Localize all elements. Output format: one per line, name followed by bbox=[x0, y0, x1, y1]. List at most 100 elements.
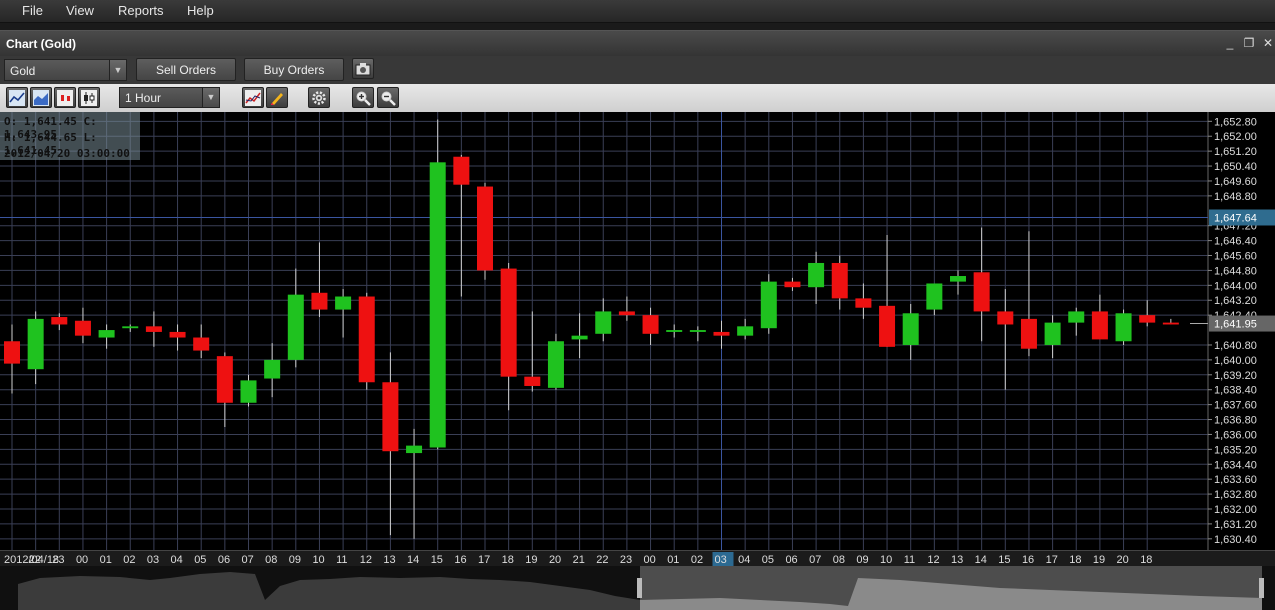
y-tick-label: 1,636.00 bbox=[1214, 429, 1257, 441]
x-tick-label: 16 bbox=[454, 554, 466, 566]
candle-up[interactable] bbox=[760, 281, 777, 329]
x-tick-label: 22 bbox=[596, 554, 608, 566]
candle-down[interactable] bbox=[453, 156, 470, 185]
candle-up[interactable] bbox=[808, 262, 825, 288]
candle-up[interactable] bbox=[926, 283, 943, 310]
menu-view[interactable]: View bbox=[66, 3, 94, 18]
x-tick-label: 23 bbox=[620, 554, 632, 566]
y-tick-label: 1,632.80 bbox=[1214, 489, 1257, 501]
sell-orders-button[interactable]: Sell Orders bbox=[136, 58, 236, 81]
candle-down[interactable] bbox=[51, 317, 68, 325]
candle-down[interactable] bbox=[973, 272, 990, 312]
candle-up[interactable] bbox=[27, 318, 44, 370]
candle-down[interactable] bbox=[524, 376, 541, 386]
x-tick-label: 07 bbox=[242, 554, 254, 566]
candle-down[interactable] bbox=[879, 305, 896, 347]
candle-up[interactable] bbox=[264, 359, 281, 379]
candle-up[interactable] bbox=[98, 330, 115, 338]
y-tick-label: 1,644.80 bbox=[1214, 265, 1257, 277]
bar-chart-icon[interactable] bbox=[54, 87, 76, 108]
indicators-icon[interactable] bbox=[242, 87, 264, 108]
candle-up[interactable] bbox=[287, 294, 304, 360]
y-tick-label: 1,640.00 bbox=[1214, 355, 1257, 367]
candle-down[interactable] bbox=[216, 356, 233, 403]
camera-icon[interactable] bbox=[352, 58, 374, 79]
candle-down[interactable] bbox=[618, 311, 635, 316]
candle-up[interactable] bbox=[122, 326, 139, 329]
candle-down[interactable] bbox=[831, 262, 848, 299]
candle-up[interactable] bbox=[571, 335, 588, 340]
candle-down[interactable] bbox=[4, 341, 20, 364]
zoom-out-icon[interactable] bbox=[377, 87, 399, 108]
y-tick-label: 1,638.40 bbox=[1214, 385, 1257, 397]
candle-up[interactable] bbox=[689, 330, 706, 332]
x-tick-label: 21 bbox=[573, 554, 585, 566]
candlestick-chart[interactable]: 1,652.80 1,652.00 1,651.20 1,650.40 1,649.60… bbox=[0, 112, 1275, 550]
navigator-right-handle[interactable] bbox=[1259, 578, 1264, 598]
candle-down[interactable] bbox=[477, 186, 493, 271]
y-tick-label: 1,648.80 bbox=[1214, 191, 1257, 203]
x-tick-label: 01 bbox=[667, 554, 679, 566]
candle-down[interactable] bbox=[145, 326, 162, 332]
symbol-select[interactable]: Gold ▼ bbox=[4, 59, 127, 81]
menu-reports[interactable]: Reports bbox=[118, 3, 164, 18]
candle-down[interactable] bbox=[193, 337, 210, 351]
candle-down[interactable] bbox=[713, 331, 730, 336]
restore-button[interactable]: ❐ bbox=[1242, 36, 1256, 50]
candle-up[interactable] bbox=[1115, 313, 1132, 342]
candlestick-chart-icon[interactable] bbox=[78, 87, 100, 108]
navigator-overview[interactable] bbox=[0, 566, 1275, 610]
candle-down[interactable] bbox=[500, 268, 517, 377]
x-axis-bar: 2012/04/1822 23 00 01 02 03 04 05 06 07 08 09 10 11 12… bbox=[0, 550, 1275, 567]
candle-down[interactable] bbox=[1139, 315, 1156, 323]
y-tick-label: 1,637.60 bbox=[1214, 400, 1257, 412]
candle-up[interactable] bbox=[406, 445, 423, 454]
candle-down[interactable] bbox=[74, 320, 91, 336]
x-tick-label: 12 bbox=[927, 554, 939, 566]
line-chart-icon[interactable] bbox=[6, 87, 28, 108]
x-tick-label: 18 bbox=[1140, 554, 1152, 566]
candle-up[interactable] bbox=[335, 296, 352, 310]
candle-up[interactable] bbox=[429, 162, 446, 448]
minimize-button[interactable]: _ bbox=[1223, 36, 1237, 50]
settings-gear-icon[interactable] bbox=[308, 87, 330, 108]
x-tick-label: 16 bbox=[1022, 554, 1034, 566]
candle-up[interactable] bbox=[1068, 311, 1085, 323]
navigator-left-handle[interactable] bbox=[637, 578, 642, 598]
x-tick-label: 09 bbox=[289, 554, 301, 566]
candle-up[interactable] bbox=[950, 276, 966, 282]
x-tick-label: 12 bbox=[360, 554, 372, 566]
candle-down[interactable] bbox=[642, 315, 659, 334]
zoom-in-icon[interactable] bbox=[352, 87, 374, 108]
candle-down[interactable] bbox=[1162, 322, 1179, 325]
candle-down[interactable] bbox=[855, 298, 872, 308]
candle-up[interactable] bbox=[902, 313, 919, 345]
y-tick-label: 1,644.00 bbox=[1214, 280, 1257, 292]
menu-help[interactable]: Help bbox=[187, 3, 214, 18]
area-chart-icon[interactable] bbox=[30, 87, 52, 108]
menu-file[interactable]: File bbox=[22, 3, 43, 18]
candle-up[interactable] bbox=[240, 380, 257, 403]
candle-down[interactable] bbox=[1091, 311, 1108, 340]
candle-down[interactable] bbox=[169, 331, 186, 338]
draw-pencil-icon[interactable] bbox=[266, 87, 288, 108]
timeframe-select[interactable]: 1 Hour ▼ bbox=[119, 87, 220, 108]
buy-orders-button[interactable]: Buy Orders bbox=[244, 58, 344, 81]
candle-up[interactable] bbox=[547, 341, 564, 388]
x-tick-label: 11 bbox=[336, 554, 347, 566]
candle-down[interactable] bbox=[784, 281, 801, 288]
candle-up[interactable] bbox=[595, 311, 612, 334]
x-tick-label: 07 bbox=[809, 554, 821, 566]
candle-down[interactable] bbox=[1020, 318, 1037, 349]
candle-down[interactable] bbox=[358, 296, 375, 383]
candle-up[interactable] bbox=[1044, 322, 1061, 345]
x-tick-label: 14 bbox=[407, 554, 419, 566]
candle-down[interactable] bbox=[997, 311, 1014, 325]
chevron-down-icon: ▼ bbox=[202, 88, 219, 107]
close-button[interactable]: ✕ bbox=[1261, 36, 1275, 50]
x-tick-label: 03 bbox=[147, 554, 159, 566]
candle-down[interactable] bbox=[382, 382, 399, 452]
candle-up[interactable] bbox=[666, 330, 683, 332]
candle-down[interactable] bbox=[311, 292, 328, 310]
candle-up[interactable] bbox=[737, 326, 754, 336]
